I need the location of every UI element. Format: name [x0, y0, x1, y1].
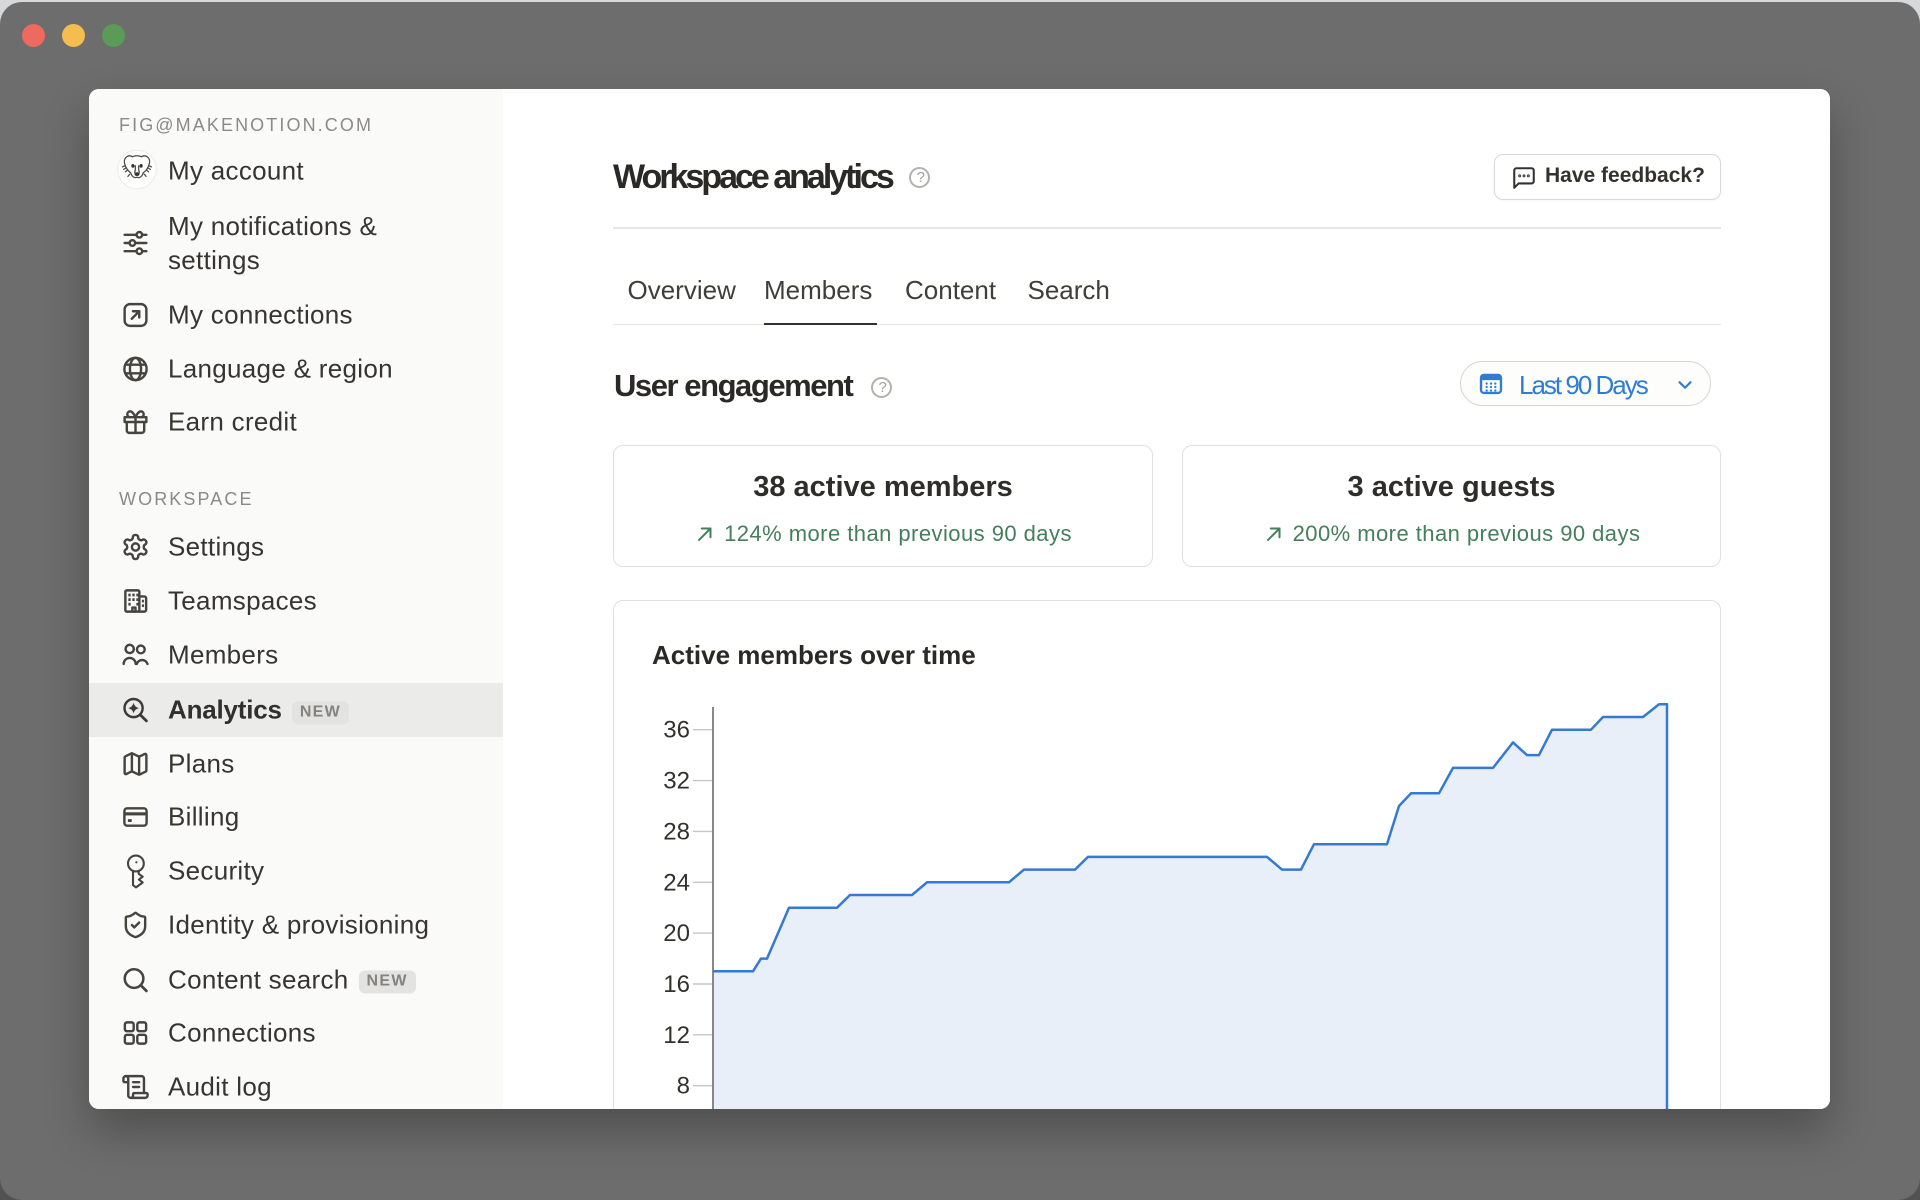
svg-text:20: 20	[663, 920, 690, 947]
svg-text:16: 16	[663, 971, 690, 998]
svg-text:24: 24	[663, 869, 690, 896]
svg-text:28: 28	[663, 818, 690, 845]
svg-text:36: 36	[663, 717, 690, 744]
svg-text:12: 12	[663, 1022, 690, 1049]
svg-text:32: 32	[663, 768, 690, 795]
svg-text:8: 8	[677, 1073, 690, 1100]
